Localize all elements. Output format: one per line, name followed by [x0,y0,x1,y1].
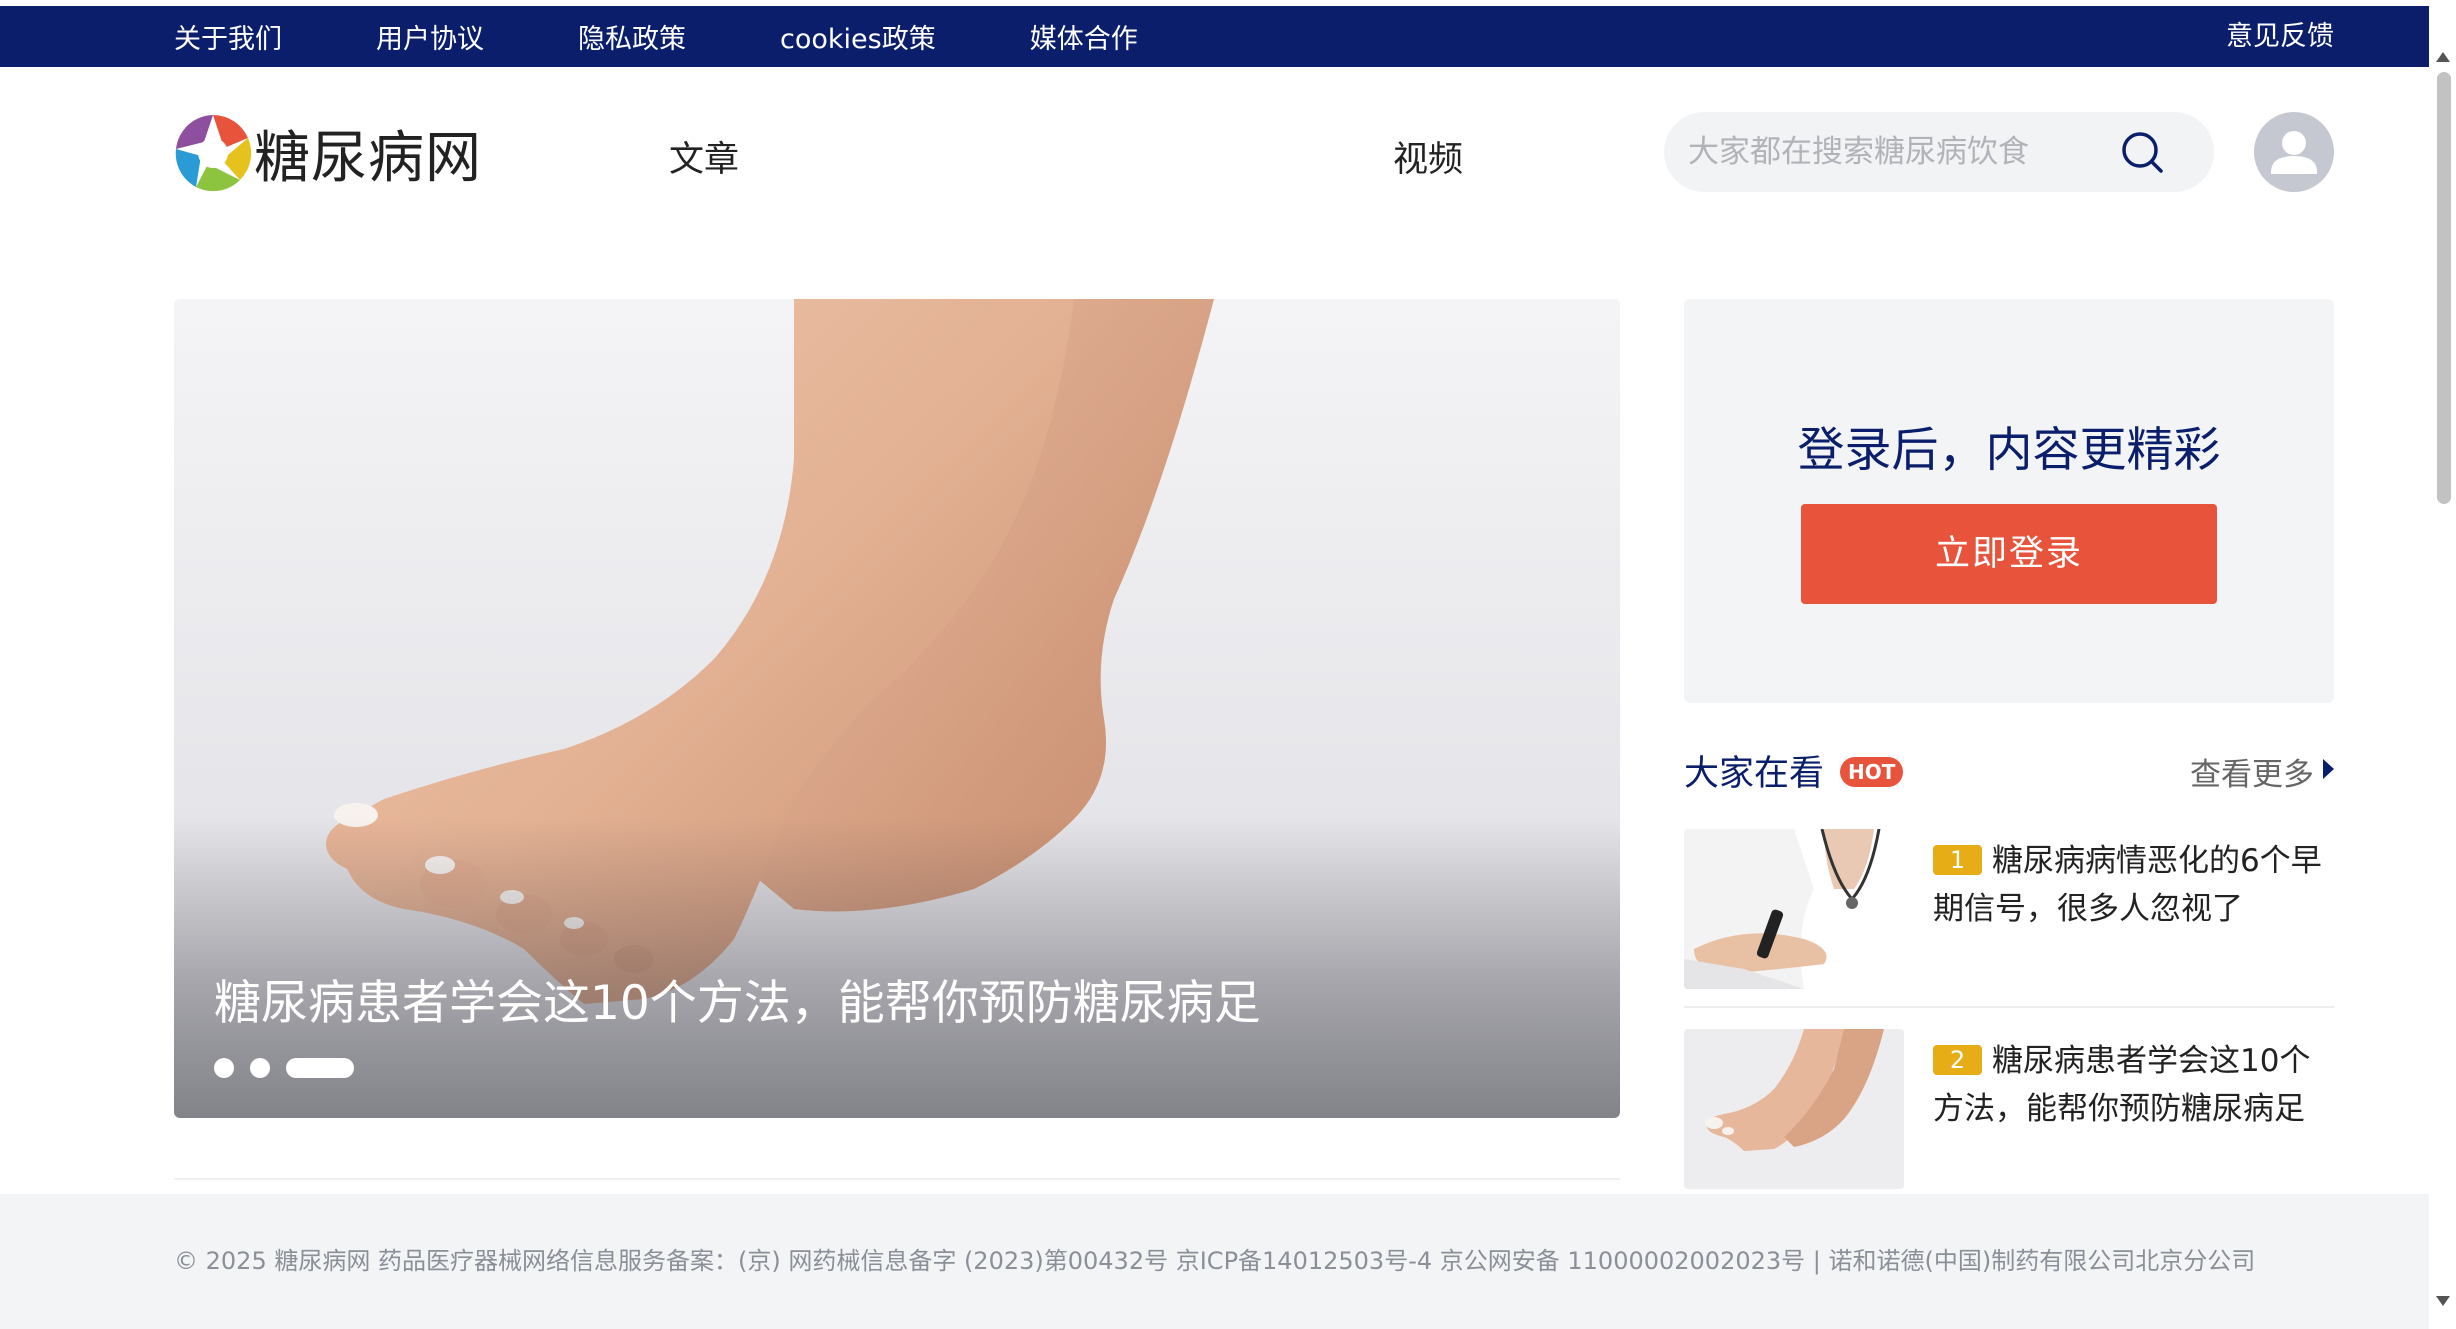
hot-badge: HOT [1840,757,1904,787]
login-card: 登录后，内容更精彩 立即登录 [1684,299,2334,703]
search-box [1664,112,2214,192]
banner-carousel[interactable]: 糖尿病患者学会这10个方法，能帮你预防糖尿病足 [174,299,1620,1118]
footer-text: © 2025 糖尿病网 药品医疗器械网络信息服务备案：(京) 网药械信息备字 (… [174,1247,2256,1275]
top-link-privacy[interactable]: 隐私政策 [578,17,686,56]
login-prompt: 登录后，内容更精彩 [1797,423,2221,478]
nav-article[interactable]: 文章 [669,131,739,182]
footer: © 2025 糖尿病网 药品医疗器械网络信息服务备案：(京) 网药械信息备字 (… [0,1194,2429,1329]
doctor-glucose-test-image [1684,829,1904,989]
top-link-cookies[interactable]: cookies政策 [780,17,936,56]
carousel-dots [214,1058,370,1078]
top-link-about[interactable]: 关于我们 [174,17,282,56]
rank-badge: 1 [1933,845,1982,875]
carousel-dot-1[interactable] [214,1058,234,1078]
view-more-link[interactable]: 查看更多 [2190,749,2314,794]
top-link-user-agreement[interactable]: 用户协议 [376,17,484,56]
divider [1684,1006,2334,1008]
banner-caption[interactable]: 糖尿病患者学会这10个方法，能帮你预防糖尿病足 [214,964,1261,1033]
rank-badge: 2 [1933,1045,1982,1075]
hot-list-item[interactable]: 2 糖尿病患者学会这10个方法，能帮你预防糖尿病足 [1684,1029,2334,1189]
hot-item-text[interactable]: 1 糖尿病病情恶化的6个早期信号，很多人忽视了 [1933,837,2333,933]
scroll-down-arrow-icon[interactable] [2436,1296,2450,1306]
hot-title: 大家在看 [1684,754,1825,794]
nav-video[interactable]: 视频 [1393,131,1463,182]
feet-image [1684,1029,1904,1189]
feedback-link[interactable]: 意见反馈 [2226,6,2334,67]
logo-icon [175,114,252,192]
scrollbar-thumb[interactable] [2437,72,2451,504]
search-icon[interactable] [2120,130,2164,174]
page: 关于我们 用户协议 隐私政策 cookies政策 媒体合作 意见反馈 糖尿病网 … [0,0,2456,1329]
carousel-dot-3[interactable] [286,1058,354,1078]
hot-item-title[interactable]: 糖尿病患者学会这10个方法，能帮你预防糖尿病足 [1933,1043,2310,1127]
top-links: 关于我们 用户协议 隐私政策 cookies政策 媒体合作 [174,6,1232,67]
carousel-dot-2[interactable] [250,1058,270,1078]
top-link-media[interactable]: 媒体合作 [1030,17,1138,56]
hot-list-item[interactable]: 1 糖尿病病情恶化的6个早期信号，很多人忽视了 [1684,829,2334,989]
top-bar: 关于我们 用户协议 隐私政策 cookies政策 媒体合作 意见反馈 [0,6,2429,67]
hot-item-text[interactable]: 2 糖尿病患者学会这10个方法，能帮你预防糖尿病足 [1933,1037,2333,1133]
hot-item-thumbnail[interactable] [1684,829,1904,989]
hot-item-title[interactable]: 糖尿病病情恶化的6个早期信号，很多人忽视了 [1933,843,2322,927]
site-name: 糖尿病网 [254,125,482,191]
site-logo[interactable]: 糖尿病网 [174,112,482,194]
hot-item-thumbnail[interactable] [1684,1029,1904,1189]
caret-right-icon[interactable] [2323,759,2334,779]
user-avatar[interactable] [2254,112,2334,192]
scroll-up-arrow-icon[interactable] [2436,52,2450,62]
user-avatar-icon [2271,131,2317,174]
login-button[interactable]: 立即登录 [1801,504,2217,604]
header: 糖尿病网 文章 视频 [0,67,2429,237]
scrollbar[interactable] [2429,0,2456,1329]
divider [174,1178,1620,1180]
search-input[interactable] [1688,112,2118,192]
hot-section-header: 大家在看 HOT 查看更多 [1684,745,2334,795]
